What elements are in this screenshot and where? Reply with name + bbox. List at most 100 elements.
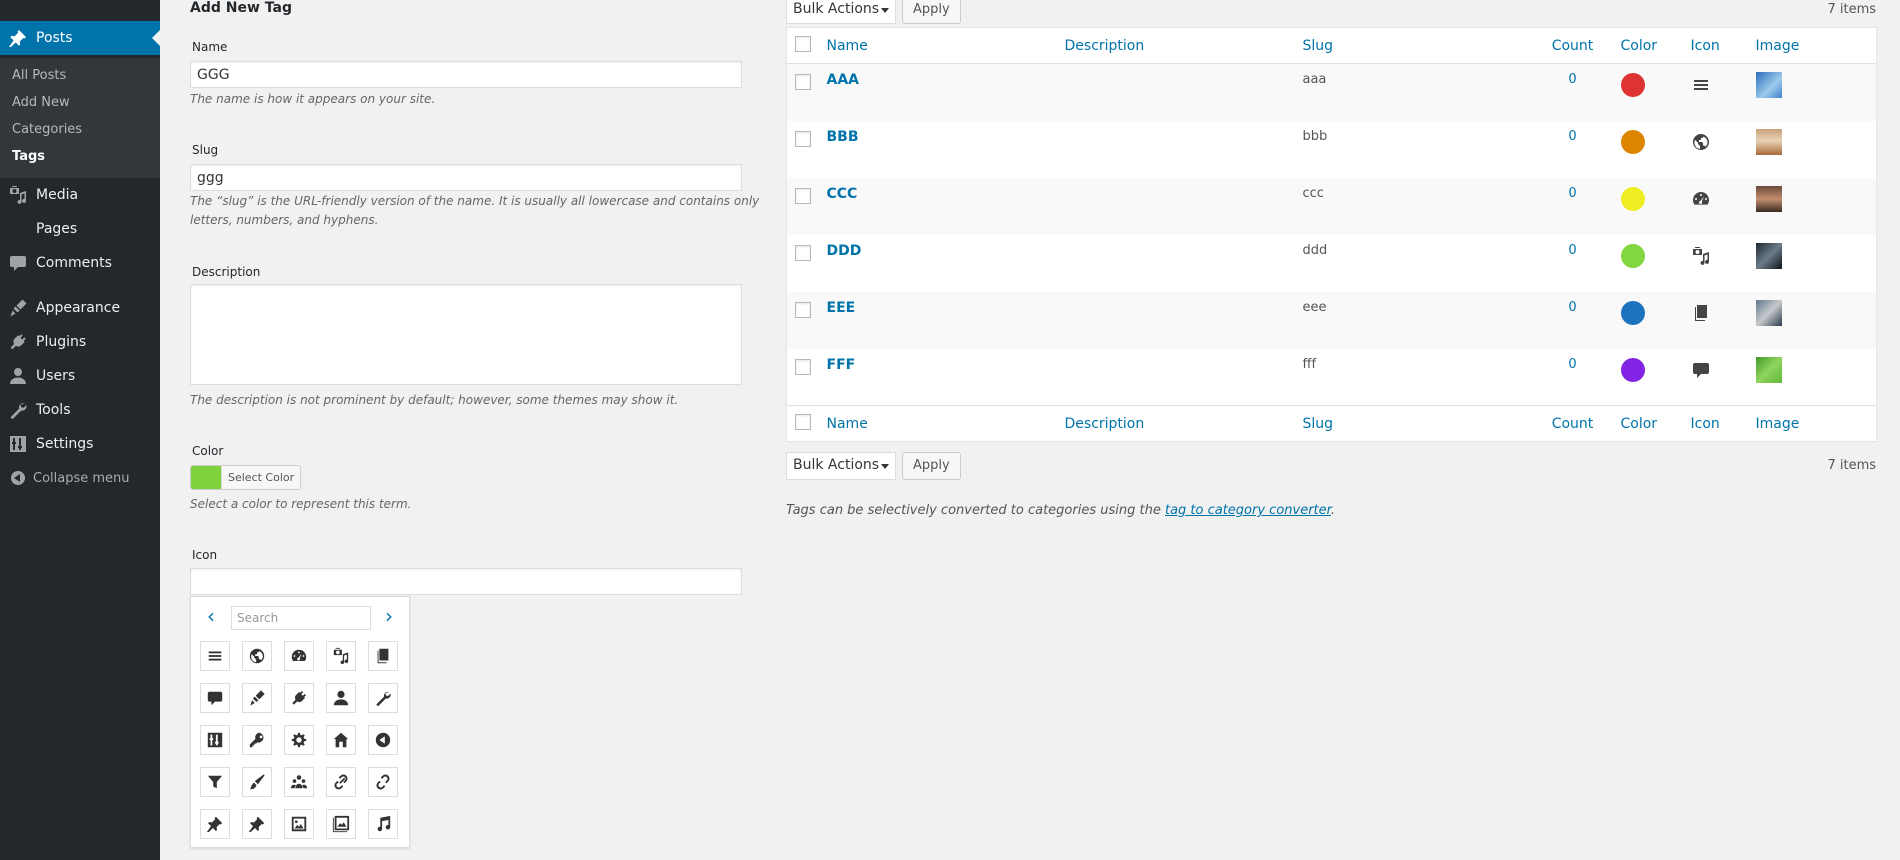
home-icon[interactable]	[326, 725, 356, 755]
sidebar-item-users[interactable]: Users	[0, 359, 160, 393]
globe-icon[interactable]	[242, 641, 272, 671]
footer-column-image[interactable]: Image	[1747, 405, 1877, 442]
icon-field[interactable]	[190, 568, 742, 595]
wrench-icon	[0, 400, 36, 420]
sidebar-item-posts[interactable]: Posts	[0, 21, 160, 55]
column-description[interactable]: Description	[1056, 27, 1295, 64]
count-cell[interactable]: 0	[1533, 235, 1613, 292]
column-icon[interactable]: Icon	[1682, 27, 1748, 64]
color-dot	[1620, 357, 1645, 382]
apply-button[interactable]: Apply	[902, 0, 961, 24]
submenu-item-all-posts[interactable]: All Posts	[12, 68, 66, 83]
icon-search-input[interactable]	[231, 606, 371, 630]
collapse-icon[interactable]	[368, 725, 398, 755]
table-header: Name Description Slug Count Color Icon Image	[786, 27, 1877, 64]
dashboard-icon[interactable]	[284, 641, 314, 671]
admin-sidebar: Posts Media Pages Comments Appearance Plugins…	[0, 0, 160, 860]
tags-table: Name Description Slug Count Color Icon Image A…	[786, 27, 1877, 442]
count-cell[interactable]: 0	[1532, 177, 1613, 235]
footer-column-slug[interactable]: Slug	[1294, 405, 1533, 442]
color-help: Select a color to represent this term.	[190, 497, 412, 511]
comment-icon[interactable]	[200, 683, 230, 713]
tag-name-link[interactable]: EEE	[827, 300, 856, 316]
count-cell[interactable]: 0	[1533, 121, 1613, 178]
description-field[interactable]	[190, 284, 742, 385]
tag-name-link[interactable]: DDD	[827, 243, 862, 259]
sidebar-item-tools[interactable]: Tools	[0, 393, 160, 427]
submenu-item-categories[interactable]: Categories	[12, 122, 82, 137]
picker-prev-button[interactable]: ‹	[201, 606, 221, 627]
menu-icon[interactable]	[200, 641, 230, 671]
select-all-checkbox[interactable]	[795, 35, 811, 52]
sidebar-item-media[interactable]: Media	[0, 178, 160, 212]
bulk-actions-select[interactable]: Bulk Actions	[786, 0, 896, 24]
slug-field[interactable]	[190, 164, 742, 191]
unlink-icon[interactable]	[368, 767, 398, 797]
sidebar-item-settings[interactable]: Settings	[0, 427, 160, 461]
table-row: EEE eee 0	[786, 291, 1877, 349]
sidebar-item-pages[interactable]: Pages	[0, 212, 160, 246]
column-name[interactable]: Name	[818, 27, 1057, 64]
pages-icon	[0, 219, 36, 239]
gallery-icon[interactable]	[326, 809, 356, 839]
row-checkbox[interactable]	[795, 187, 811, 204]
collapse-menu-button[interactable]: Collapse menu	[0, 466, 160, 490]
apply-button-bottom[interactable]: Apply	[902, 452, 961, 480]
groups-icon[interactable]	[284, 767, 314, 797]
key-icon[interactable]	[242, 725, 272, 755]
brush-icon[interactable]	[242, 767, 272, 797]
appearance-brush-icon[interactable]	[242, 683, 272, 713]
link-icon[interactable]	[326, 767, 356, 797]
gear-icon[interactable]	[284, 725, 314, 755]
footer-column-color[interactable]: Color	[1612, 405, 1683, 442]
pin-icon[interactable]	[200, 809, 230, 839]
sidebar-item-comments[interactable]: Comments	[0, 246, 160, 280]
sidebar-item-label: Tools	[36, 402, 71, 418]
tag-converter-link[interactable]: tag to category converter	[1165, 503, 1331, 518]
submenu-item-tags[interactable]: Tags	[12, 149, 45, 164]
picker-next-button[interactable]: ›	[379, 606, 399, 627]
description-help: The description is not prominent by defa…	[190, 393, 679, 407]
music-icon[interactable]	[368, 809, 398, 839]
user-icon[interactable]	[326, 683, 356, 713]
column-slug[interactable]: Slug	[1294, 27, 1533, 64]
footer-column-name[interactable]: Name	[818, 405, 1057, 442]
settings-icon[interactable]	[200, 725, 230, 755]
row-checkbox[interactable]	[795, 74, 811, 90]
footer-column-description[interactable]: Description	[1056, 405, 1295, 442]
sidebar-item-appearance[interactable]: Appearance	[0, 291, 160, 325]
plugin-icon[interactable]	[284, 683, 314, 713]
name-field[interactable]	[190, 61, 742, 88]
row-checkbox[interactable]	[795, 301, 811, 318]
icon-cell	[1682, 291, 1748, 349]
tag-name-link[interactable]: CCC	[827, 186, 858, 202]
footer-column-count[interactable]: Count	[1532, 405, 1613, 442]
sidebar-item-plugins[interactable]: Plugins	[0, 325, 160, 359]
column-count[interactable]: Count	[1532, 27, 1613, 64]
column-image[interactable]: Image	[1747, 27, 1877, 64]
footer-column-icon[interactable]: Icon	[1682, 405, 1748, 442]
select-all-checkbox[interactable]	[795, 413, 811, 430]
count-cell[interactable]: 0	[1532, 291, 1613, 349]
count-cell[interactable]: 0	[1532, 63, 1613, 121]
converter-note-text: Tags can be selectively converted to cat…	[786, 503, 1165, 518]
media-icon[interactable]	[326, 641, 356, 671]
row-checkbox[interactable]	[795, 244, 811, 261]
tag-name-link[interactable]: FFF	[827, 357, 856, 373]
description-cell	[1056, 177, 1295, 235]
filter-icon[interactable]	[200, 767, 230, 797]
wrench-icon[interactable]	[368, 683, 398, 713]
bulk-actions-select-bottom[interactable]: Bulk Actions	[786, 452, 896, 480]
select-color-button[interactable]: Select Color	[190, 465, 302, 490]
column-color[interactable]: Color	[1612, 27, 1683, 64]
row-checkbox[interactable]	[795, 358, 811, 375]
count-cell[interactable]: 0	[1533, 349, 1613, 406]
tag-name-link[interactable]: BBB	[827, 129, 859, 145]
pin-alt-icon[interactable]	[242, 809, 272, 839]
row-checkbox[interactable]	[795, 130, 811, 147]
copy-icon[interactable]	[368, 641, 398, 671]
submenu-item-add-new[interactable]: Add New	[12, 95, 70, 110]
sidebar-item-label: Users	[36, 368, 76, 384]
tag-name-link[interactable]: AAA	[827, 72, 860, 88]
image-icon[interactable]	[284, 809, 314, 839]
